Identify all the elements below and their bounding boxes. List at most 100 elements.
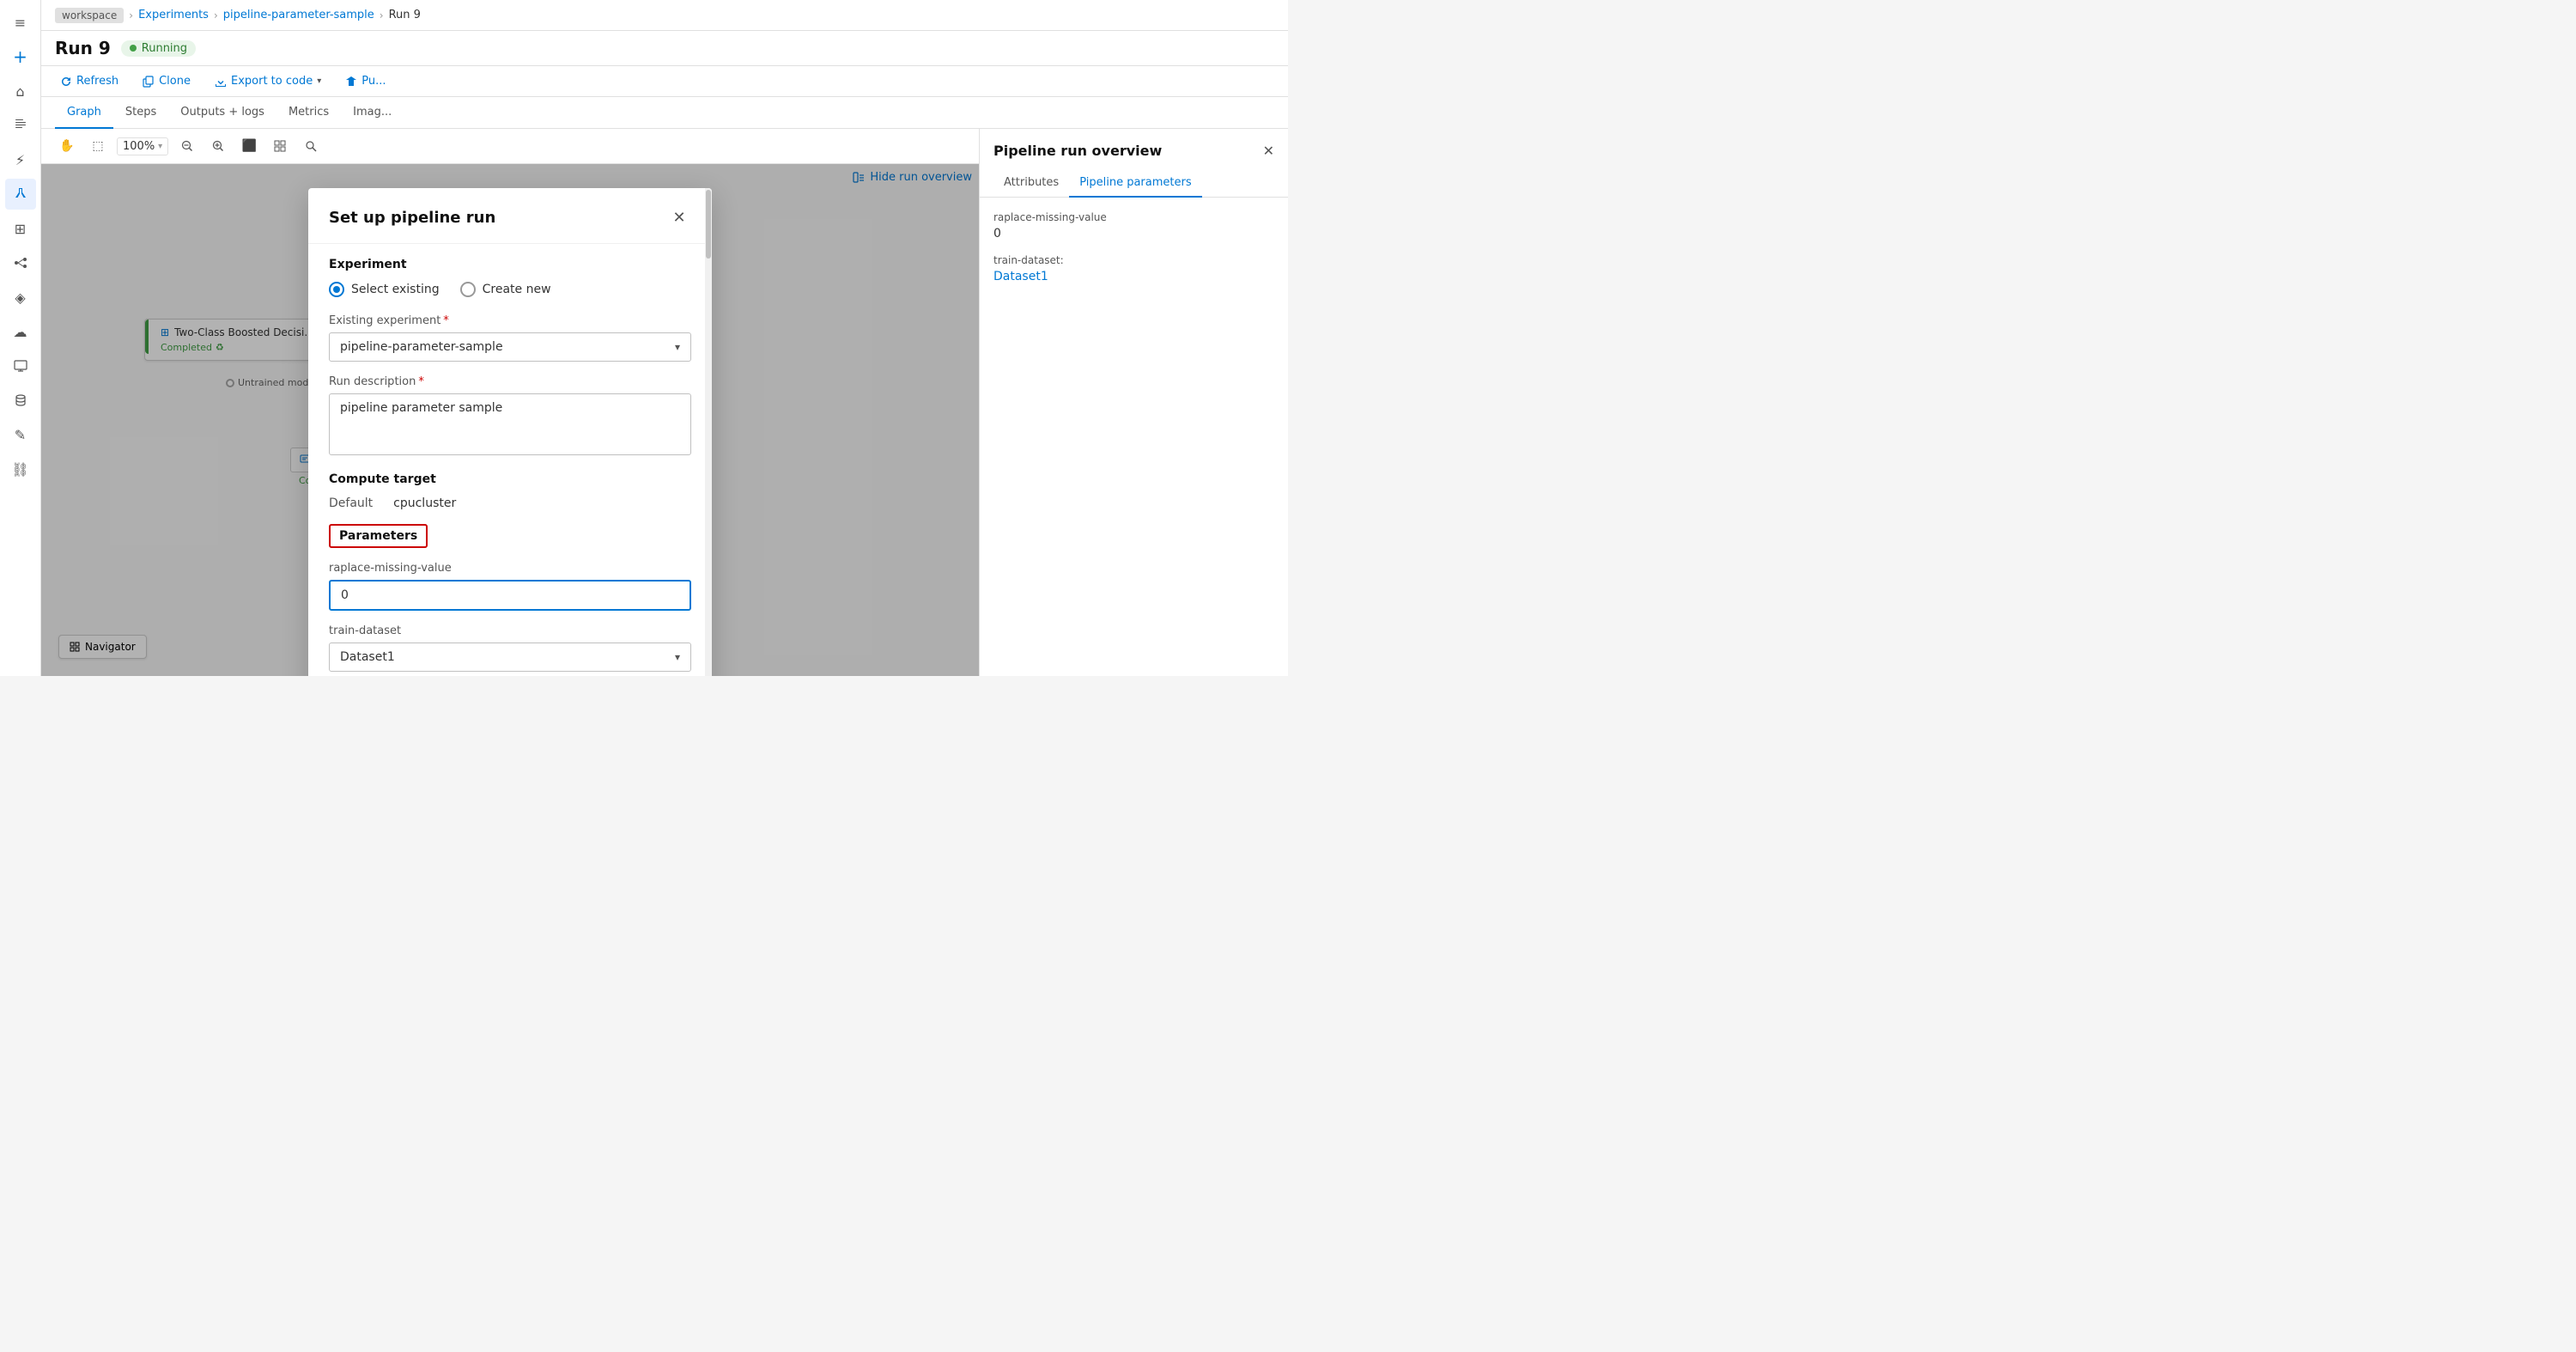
create-new-option[interactable]: Create new [460,282,551,297]
select-existing-label: Select existing [351,283,440,296]
page-header: Run 9 Running [41,31,1288,66]
raplace-label: raplace-missing-value [329,562,691,575]
modal-close-button[interactable]: ✕ [667,205,691,229]
compute-cluster-value: cpucluster [393,496,456,510]
tab-metrics[interactable]: Metrics [276,97,341,129]
clone-label: Clone [159,75,191,88]
existing-experiment-chevron: ▾ [675,341,680,353]
sidebar-nodes-icon[interactable] [5,247,36,278]
zoom-out-button[interactable] [175,134,199,158]
search-graph-button[interactable] [299,134,323,158]
pipeline-breadcrumb[interactable]: pipeline-parameter-sample [223,9,374,21]
sidebar: ≡ + ⌂ ⚡ ⊞ ◈ ☁ ✎ ⛓ [0,0,41,676]
right-panel-header: Pipeline run overview ✕ [980,129,1288,159]
canvas-area: ✋ ⬚ 100% ▾ ⬛ [41,129,979,676]
sidebar-plus-icon[interactable]: + [5,41,36,72]
sidebar-home-icon[interactable]: ⌂ [5,76,36,107]
parameters-header: Parameters [329,524,691,548]
compute-default-label: Default [329,496,373,510]
modal-scrollbar-thumb[interactable] [706,190,711,259]
train-dataset-chevron: ▾ [675,651,680,663]
sidebar-link-icon[interactable]: ⛓ [5,454,36,484]
graph-canvas[interactable]: Hide run overview ⊞ Two-Class Boosted De… [41,164,979,676]
fit-selection-icon [274,140,286,152]
modal-title: Set up pipeline run [329,209,495,227]
train-dataset-select[interactable]: Dataset1 ▾ [329,643,691,672]
export-label: Export to code [231,75,313,88]
raplace-input[interactable] [329,580,691,611]
experiment-radio-group: Select existing Create new [329,282,691,297]
breadcrumb: workspace › Experiments › pipeline-param… [41,0,1288,31]
compute-target-group: Compute target Default cpucluster [329,472,691,510]
rp-train-dataset-value: Dataset1 [993,270,1274,283]
graph-toolbar: ✋ ⬚ 100% ▾ ⬛ [41,129,979,164]
page-title: Run 9 [55,38,111,58]
tab-images[interactable]: Imag... [341,97,404,129]
run-description-textarea[interactable]: pipeline parameter sample [329,393,691,455]
sidebar-flask-icon[interactable] [5,179,36,210]
rp-train-dataset-label: train-dataset: [993,254,1274,266]
right-panel-body: raplace-missing-value 0 train-dataset: D… [980,198,1288,676]
select-tool-button[interactable]: ⬚ [86,134,110,158]
export-chevron[interactable]: ▾ [317,76,321,86]
select-existing-radio[interactable] [329,282,344,297]
create-new-radio[interactable] [460,282,476,297]
workspace-breadcrumb[interactable]: workspace [55,8,124,23]
zoom-chevron: ▾ [158,142,162,151]
train-dataset-label: train-dataset [329,624,691,637]
refresh-icon [60,76,72,88]
status-text: Running [142,42,187,55]
tab-graph[interactable]: Graph [55,97,113,129]
right-panel: Pipeline run overview ✕ Attributes Pipel… [979,129,1288,676]
content-area: ✋ ⬚ 100% ▾ ⬛ [41,129,1288,676]
sidebar-cloud-icon[interactable]: ☁ [5,316,36,347]
existing-experiment-required: * [443,314,449,327]
main-content: workspace › Experiments › pipeline-param… [41,0,1288,676]
sidebar-lightning-icon[interactable]: ⚡ [5,144,36,175]
compute-row: Default cpucluster [329,496,691,510]
refresh-button[interactable]: Refresh [55,71,124,91]
raplace-field-group: raplace-missing-value [329,562,691,611]
rp-raplace-label: raplace-missing-value [993,211,1274,223]
experiments-breadcrumb[interactable]: Experiments [138,9,209,21]
toolbar: Refresh Clone Export to code ▾ Pu... [41,66,1288,97]
publish-button[interactable]: Pu... [340,71,391,91]
fit-view-button[interactable]: ⬛ [237,134,261,158]
create-new-label: Create new [483,283,551,296]
modal-body: Experiment Select existing [308,244,712,676]
existing-experiment-value: pipeline-parameter-sample [340,340,503,354]
search-graph-icon [305,140,317,152]
right-panel-tabs: Attributes Pipeline parameters [980,169,1288,198]
status-dot [130,45,137,52]
modal-scrollbar[interactable] [705,188,712,676]
rp-tab-attributes[interactable]: Attributes [993,169,1069,198]
run-description-required: * [418,375,424,388]
existing-experiment-label: Existing experiment * [329,314,691,327]
existing-experiment-select[interactable]: pipeline-parameter-sample ▾ [329,332,691,362]
zoom-display[interactable]: 100% ▾ [117,137,168,155]
right-panel-close-button[interactable]: ✕ [1263,143,1274,159]
export-button[interactable]: Export to code ▾ [210,71,326,91]
zoom-in-button[interactable] [206,134,230,158]
sidebar-grid-icon[interactable]: ⊞ [5,213,36,244]
train-dataset-field-group: train-dataset Dataset1 ▾ [329,624,691,672]
sidebar-document-icon[interactable] [5,110,36,141]
setup-pipeline-modal: Set up pipeline run ✕ Experiment [308,188,712,676]
rp-tab-pipeline-parameters[interactable]: Pipeline parameters [1069,169,1201,198]
train-dataset-value: Dataset1 [340,650,395,664]
run-description-label: Run description * [329,375,691,388]
modal-header: Set up pipeline run ✕ [308,188,712,244]
tab-outputs-logs[interactable]: Outputs + logs [168,97,276,129]
sidebar-menu-icon[interactable]: ≡ [5,7,36,38]
sidebar-database-icon[interactable] [5,385,36,416]
hand-tool-button[interactable]: ✋ [55,134,79,158]
breadcrumb-sep-2: › [214,9,218,21]
tab-steps[interactable]: Steps [113,97,168,129]
clone-button[interactable]: Clone [137,71,196,91]
rp-train-dataset-link[interactable]: Dataset1 [993,270,1048,283]
fit-selection-button[interactable] [268,134,292,158]
sidebar-monitor-icon[interactable] [5,350,36,381]
select-existing-option[interactable]: Select existing [329,282,440,297]
sidebar-cube-icon[interactable]: ◈ [5,282,36,313]
sidebar-edit-icon[interactable]: ✎ [5,419,36,450]
